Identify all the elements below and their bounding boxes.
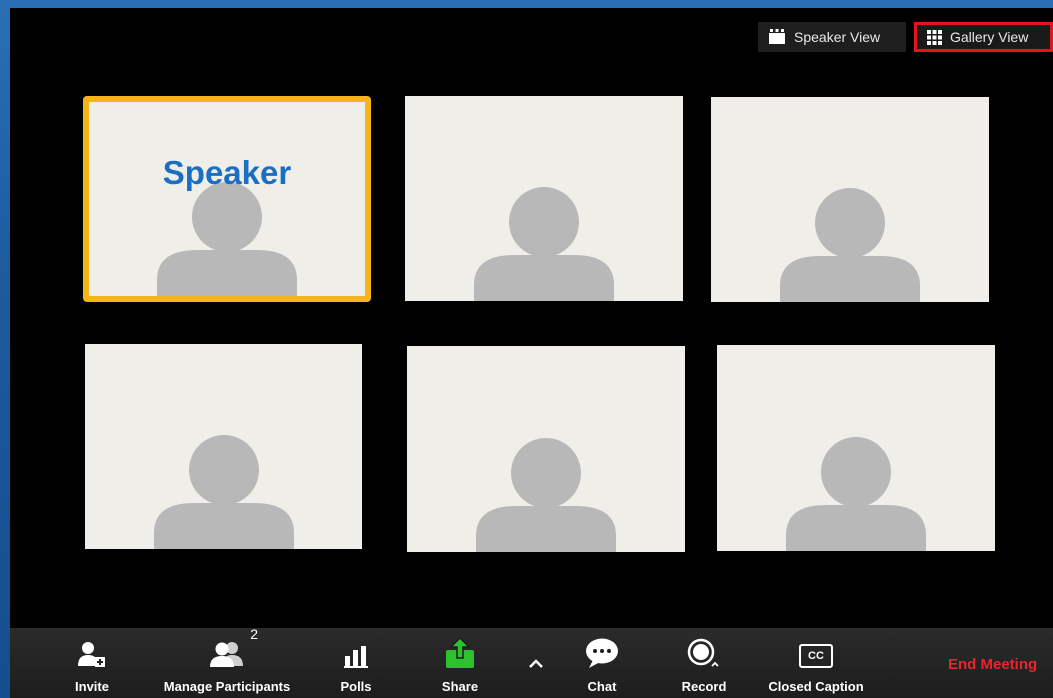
add-person-icon [78,628,106,668]
participant-tile[interactable] [405,96,683,301]
participant-tile[interactable] [711,97,989,302]
share-label: Share [441,679,479,694]
gallery-view-button[interactable]: Gallery View [914,22,1053,52]
participant-tile[interactable] [85,344,362,549]
manage-participants-label: Manage Participants [163,679,291,694]
record-label: Record [681,679,727,694]
share-icon [444,628,476,668]
polls-icon [344,628,368,668]
speaker-label: Speaker [162,154,292,191]
participant-tile[interactable] [407,346,685,552]
closed-caption-icon: CC [799,628,833,668]
speaker-view-icon [768,29,786,45]
record-button[interactable]: Record [672,628,736,698]
share-options-caret[interactable] [522,628,550,698]
meeting-window: Speaker View Gallery View Speaker Invite… [10,8,1053,698]
invite-button[interactable]: Invite [62,628,122,698]
participant-tile[interactable] [717,345,995,551]
share-button[interactable]: Share [430,628,490,698]
polls-button[interactable]: Polls [328,628,384,698]
chat-icon [585,628,619,668]
gallery-view-label: Gallery View [950,29,1029,45]
manage-participants-button[interactable]: 2 Manage Participants [147,626,307,698]
avatar-placeholder-icon [476,438,616,552]
grid-icon [927,29,942,45]
closed-caption-label: Closed Caption [768,679,864,694]
participants-icon: 2 [210,626,258,668]
meeting-toolbar: Invite 2 Manage Participants Polls Share… [10,626,1053,698]
avatar-placeholder-icon [780,188,920,302]
avatar-placeholder-icon [157,182,297,296]
polls-label: Polls [340,679,372,694]
participant-tile-speaker[interactable]: Speaker [83,96,371,302]
record-icon [687,628,721,668]
speaker-view-button[interactable]: Speaker View [758,22,906,52]
end-meeting-button[interactable]: End Meeting [948,656,1037,673]
avatar-placeholder-icon [786,437,926,551]
avatar-placeholder-icon [474,187,614,301]
avatar-placeholder-icon [153,435,294,549]
invite-label: Invite [75,679,109,694]
chat-label: Chat [587,679,617,694]
speaker-view-label: Speaker View [794,29,881,45]
closed-caption-button[interactable]: CC Closed Caption [751,628,881,698]
chat-button[interactable]: Chat [576,628,628,698]
participant-count: 2 [250,626,258,642]
cc-badge: CC [799,644,833,668]
chevron-up-icon [529,628,543,668]
